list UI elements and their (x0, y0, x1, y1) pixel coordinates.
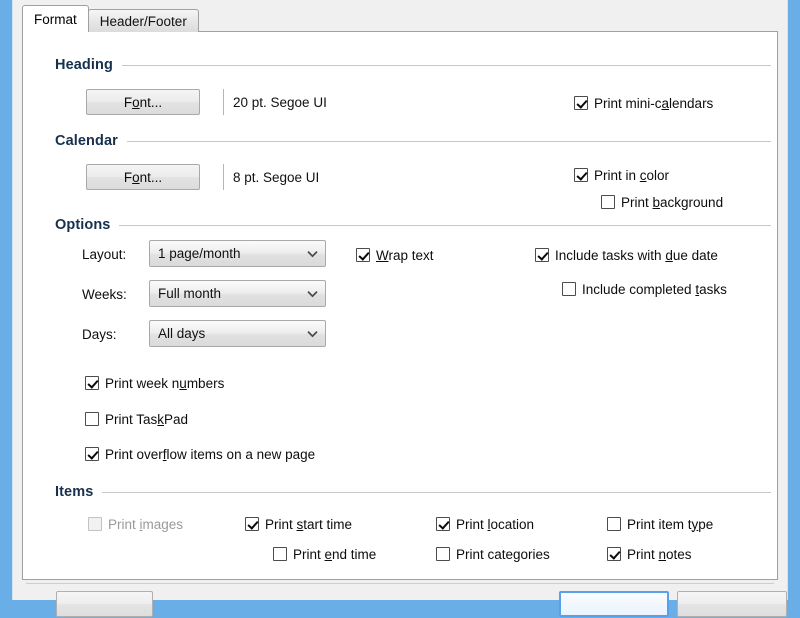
dialog-button-row (26, 588, 774, 618)
checkbox-box-icon (85, 412, 99, 426)
checkbox-box-icon (562, 282, 576, 296)
group-rule-items (102, 492, 771, 493)
group-label-options: Options (55, 217, 119, 233)
calendar-font-value-text: 8 pt. Segoe UI (233, 170, 319, 185)
label-weeks: Weeks: (82, 284, 127, 304)
chevron-down-icon (299, 330, 325, 338)
combo-days[interactable]: All days (149, 320, 326, 347)
calendar-font-button[interactable]: Font... (86, 164, 200, 190)
calendar-font-button-label: Font... (124, 170, 162, 185)
checkbox-print-categories[interactable]: Print categories (436, 544, 550, 564)
checkbox-print-item-type[interactable]: Print item type (607, 514, 713, 534)
checkbox-print-end-time[interactable]: Print end time (273, 544, 376, 564)
tab-strip: Format Header/Footer (22, 5, 198, 32)
group-label-items: Items (55, 484, 102, 500)
checkbox-print-images[interactable]: Print images (88, 514, 183, 534)
checkbox-print-mini-calendars[interactable]: Print mini-calendars (574, 93, 713, 113)
chevron-down-icon (299, 290, 325, 298)
checkbox-wrap-text[interactable]: Wrap text (356, 245, 434, 265)
footer-button-left[interactable] (56, 591, 153, 617)
checkbox-print-notes-label: Print notes (627, 547, 692, 562)
label-layout: Layout: (82, 244, 126, 264)
checkbox-box-icon (85, 447, 99, 461)
checkbox-print-mini-calendars-label: Print mini-calendars (594, 96, 713, 111)
combo-layout[interactable]: 1 page/month (149, 240, 326, 267)
group-header-heading: Heading (55, 56, 771, 74)
dialog-body: Format Header/Footer Heading Font... 20 … (12, 0, 788, 600)
heading-font-button-label: Font... (124, 95, 162, 110)
dialog-footer-separator (26, 583, 774, 584)
label-days-text: Days: (82, 327, 117, 342)
checkbox-box-icon (607, 517, 621, 531)
checkbox-print-overflow-items[interactable]: Print overflow items on a new page (85, 444, 315, 464)
heading-font-button[interactable]: Font... (86, 89, 200, 115)
group-label-calendar: Calendar (55, 133, 127, 149)
tab-page-format: Heading Font... 20 pt. Segoe UI Print mi… (22, 31, 778, 580)
checkbox-print-in-color[interactable]: Print in color (574, 165, 669, 185)
checkbox-box-icon (356, 248, 370, 262)
checkbox-box-icon (607, 547, 621, 561)
checkbox-wrap-text-label: Wrap text (376, 248, 434, 263)
checkbox-print-start-time-label: Print start time (265, 517, 352, 532)
chevron-down-icon (299, 250, 325, 258)
combo-days-value: All days (158, 326, 299, 341)
combo-weeks-value: Full month (158, 286, 299, 301)
checkbox-include-completed-tasks[interactable]: Include completed tasks (562, 279, 727, 299)
checkbox-box-icon (436, 547, 450, 561)
heading-font-value: 20 pt. Segoe UI (223, 89, 503, 115)
footer-button-right[interactable] (677, 591, 787, 617)
footer-button-default[interactable] (559, 591, 669, 617)
checkbox-box-icon (273, 547, 287, 561)
checkbox-print-taskpad-label: Print TaskPad (105, 412, 188, 427)
checkbox-print-taskpad[interactable]: Print TaskPad (85, 409, 188, 429)
checkbox-print-item-type-label: Print item type (627, 517, 713, 532)
tab-header-footer-label: Header/Footer (100, 14, 187, 29)
group-rule-heading (122, 65, 771, 66)
checkbox-box-icon (245, 517, 259, 531)
checkbox-print-overflow-items-label: Print overflow items on a new page (105, 447, 315, 462)
checkbox-box-icon (535, 248, 549, 262)
combo-weeks[interactable]: Full month (149, 280, 326, 307)
checkbox-print-end-time-label: Print end time (293, 547, 376, 562)
label-weeks-text: Weeks: (82, 287, 127, 302)
checkbox-print-images-label: Print images (108, 517, 183, 532)
group-header-calendar: Calendar (55, 132, 771, 150)
checkbox-box-icon (436, 517, 450, 531)
checkbox-print-location[interactable]: Print location (436, 514, 534, 534)
checkbox-box-icon (88, 517, 102, 531)
group-header-items: Items (55, 483, 771, 501)
group-rule-calendar (127, 141, 771, 142)
heading-font-value-text: 20 pt. Segoe UI (233, 95, 327, 110)
combo-layout-value: 1 page/month (158, 246, 299, 261)
checkbox-print-location-label: Print location (456, 517, 534, 532)
checkbox-box-icon (574, 96, 588, 110)
checkbox-print-background-label: Print background (621, 195, 723, 210)
dialog-window-frame: Format Header/Footer Heading Font... 20 … (0, 0, 800, 600)
calendar-font-value: 8 pt. Segoe UI (223, 164, 503, 190)
label-layout-text: Layout: (82, 247, 126, 262)
group-header-options: Options (55, 216, 771, 234)
checkbox-include-tasks-with-due-date-label: Include tasks with due date (555, 248, 718, 263)
checkbox-print-in-color-label: Print in color (594, 168, 669, 183)
checkbox-print-start-time[interactable]: Print start time (245, 514, 352, 534)
checkbox-print-background[interactable]: Print background (601, 192, 723, 212)
label-days: Days: (82, 324, 117, 344)
tab-format[interactable]: Format (22, 5, 89, 32)
checkbox-print-week-numbers[interactable]: Print week numbers (85, 373, 224, 393)
checkbox-include-completed-tasks-label: Include completed tasks (582, 282, 727, 297)
checkbox-include-tasks-with-due-date[interactable]: Include tasks with due date (535, 245, 718, 265)
group-rule-options (119, 225, 771, 226)
checkbox-box-icon (85, 376, 99, 390)
checkbox-print-week-numbers-label: Print week numbers (105, 376, 224, 391)
group-label-heading: Heading (55, 57, 122, 73)
tab-header-footer[interactable]: Header/Footer (88, 9, 199, 32)
checkbox-box-icon (574, 168, 588, 182)
tab-format-label: Format (34, 12, 77, 27)
checkbox-print-notes[interactable]: Print notes (607, 544, 692, 564)
checkbox-print-categories-label: Print categories (456, 547, 550, 562)
checkbox-box-icon (601, 195, 615, 209)
